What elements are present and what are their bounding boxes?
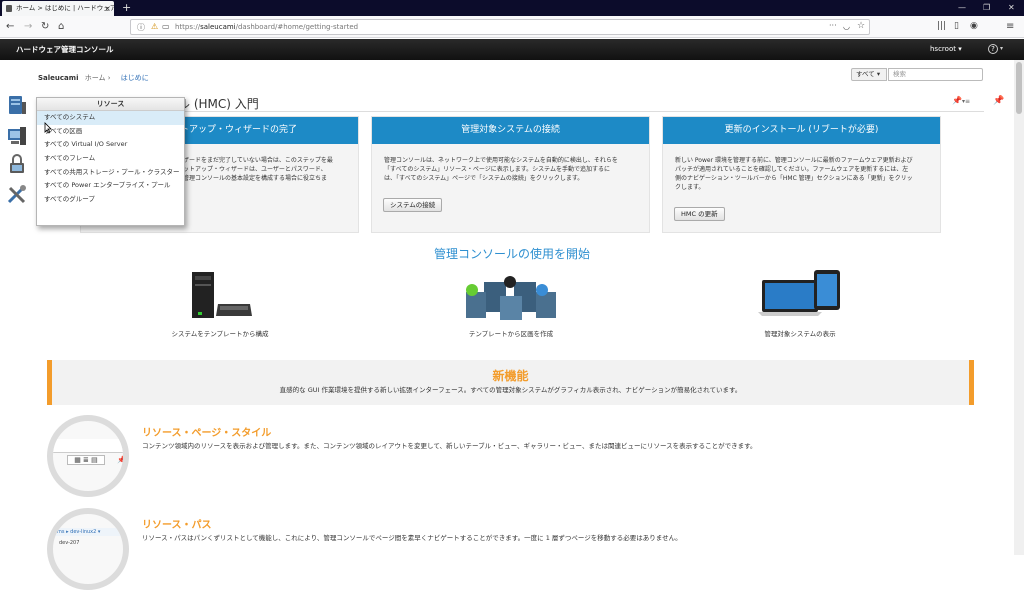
menu-item-all-power-pools[interactable]: すべての Power エンタープライズ・プール [37,179,184,193]
card-title: 管理対象システムの接続 [372,117,649,144]
resources-nav-icon[interactable] [6,94,28,116]
back-arrow-icon[interactable]: ← [6,20,14,33]
feature-view-managed-systems[interactable]: 管理対象システムの表示 [730,328,870,338]
connect-systems-card: 管理対象システムの接続 管理コンソールは、ネットワーク上で使用可能なシステムを自… [371,116,650,233]
thumb-label: dev-207 [59,540,80,546]
getting-started-heading: 管理コンソールの使用を開始 [433,247,590,261]
resources-menu-title: リソース [37,98,184,111]
section-description: リソース・パスはパンくずリストとして機能し、これにより、管理コンソールでページ間… [142,534,682,542]
mouse-cursor-icon [44,122,52,134]
pin-icon: 📌 [117,456,126,464]
section-description: コンテンツ領域内のリソースを表示および管理します。また、コンテンツ領域のレイアウ… [142,442,757,450]
hmc-management-nav-icon[interactable] [6,125,28,147]
section-title: リソース・ページ・スタイル [142,428,272,439]
side-pin-icon[interactable]: 📌 [993,96,1004,106]
minimize-window-icon[interactable]: — [958,0,966,15]
menu-item-all-groups[interactable]: すべてのグループ [37,193,184,207]
scrollbar-thumb[interactable] [1016,62,1022,114]
resource-path-thumbnail: ms ▸ dev-linux2 ▾ dev-207 [47,508,129,590]
permissions-icon[interactable]: ▭ [162,22,170,31]
service-management-nav-icon[interactable] [6,183,28,205]
view-toggle-icon: ▦ ≣ ▤ [67,455,105,465]
menu-item-all-vios[interactable]: すべての Virtual I/O Server [37,138,184,152]
page-title: ル (HMC) 入門 [178,97,259,111]
menu-item-all-ssp-clusters[interactable]: すべての共用ストレージ・プール・クラスター [37,166,184,180]
users-security-nav-icon[interactable] [6,153,28,175]
section-title: リソース・パス [142,520,212,531]
feature-create-partition[interactable]: テンプレートから区画を作成 [441,328,581,338]
browser-tab[interactable]: ホーム > はじめに | ハードウェア管理コン × [2,1,114,16]
partitions-icon[interactable] [462,272,560,322]
devices-icon[interactable] [758,266,842,322]
feature-configure-from-template[interactable]: システムをテンプレートから構成 [150,328,290,338]
whats-new-banner: 新機能 直感的な GUI 作業環境を提供する新しい拡張インターフェース。すべての… [47,360,974,405]
app-header: ハードウェア管理コンソール hscroot ▾ ? ▾ [0,39,1024,60]
resource-page-style-thumbnail: ▦ ≣ ▤ 📌 [47,415,129,497]
breadcrumb-home[interactable]: ホーム › [85,74,111,82]
search-scope-select[interactable]: すべて ▾ [851,68,887,81]
lock-warning-icon[interactable]: ⚠ [151,22,158,31]
sidebar-toggle-icon[interactable]: ▯ [954,20,959,33]
reload-icon[interactable]: ↻ [41,20,49,33]
card-body: 管理コンソールは、ネットワーク上で使用可能なシステムを自動的に検出し、それらを … [384,157,618,182]
server-icon [9,96,26,114]
browser-nav-bar: ← → ↻ ⌂ ⓘ ⚠ ▭ https://saleucami/dashboar… [0,16,1024,38]
maximize-window-icon[interactable]: ❐ [983,0,990,15]
browser-menu-icon[interactable]: ≡ [1006,20,1014,33]
thumb-label: dev-linux2 [70,529,97,535]
new-tab-icon[interactable]: + [122,0,131,15]
pocket-icon[interactable]: ◡ [843,22,850,31]
options-icon[interactable]: ▾≡ [962,98,970,105]
search-input[interactable]: 検索 [888,68,983,81]
help-dropdown-icon[interactable]: ▾ [1000,45,1003,52]
account-icon[interactable]: ◉ [970,20,978,33]
address-bar[interactable]: ⓘ ⚠ ▭ https://saleucami/dashboard/#home/… [130,19,870,35]
page-favicon-icon [6,5,12,12]
page-actions-icon[interactable]: ··· [829,21,837,30]
page-scrollbar[interactable] [1014,60,1024,555]
menu-item-all-partitions[interactable]: すべての区画 [37,125,184,139]
whats-new-title: 新機能 [492,369,529,383]
info-icon[interactable]: ⓘ [137,22,145,33]
close-window-icon[interactable]: ✕ [1008,0,1015,15]
help-icon[interactable]: ? [988,44,998,54]
connect-systems-button[interactable]: システムの接続 [383,198,443,212]
home-icon[interactable]: ⌂ [58,20,64,33]
resources-menu: リソース すべてのシステム すべての区画 すべての Virtual I/O Se… [36,97,185,226]
library-icon[interactable]: ||| [937,20,946,33]
menu-item-all-frames[interactable]: すべてのフレーム [37,152,184,166]
card-title: 更新のインストール (リブートが必要) [663,117,940,144]
user-menu[interactable]: hscroot ▾ [930,39,962,60]
forward-arrow-icon[interactable]: → [24,20,32,33]
url-text: https://saleucami/dashboard/#home/gettin… [175,23,359,31]
breadcrumb-current: はじめに [120,74,149,82]
card-body: 新しい Power 環境を管理する前に、管理コンソールに最新のファームウェア更新… [675,157,913,191]
install-updates-card: 更新のインストール (リブートが必要) 新しい Power 環境を管理する前に、… [662,116,941,233]
close-tab-icon[interactable]: × [104,1,111,16]
breadcrumb-system[interactable]: Saleucami [38,74,78,82]
tools-icon [7,185,26,204]
update-hmc-button[interactable]: HMC の更新 [674,207,725,221]
pin-icon[interactable]: 📌▾≡ [952,96,970,105]
monitor-server-icon [8,127,26,145]
breadcrumb: Saleucami ホーム › はじめに [38,73,149,83]
browser-tab-title: ホーム > はじめに | ハードウェア管理コン [16,4,114,12]
server-tower-icon[interactable] [186,270,254,322]
menu-item-all-systems[interactable]: すべてのシステム [37,111,184,125]
bookmark-star-icon[interactable]: ☆ [857,21,865,31]
app-title: ハードウェア管理コンソール [16,45,114,54]
user-name: hscroot [930,45,956,53]
browser-tab-bar: ホーム > はじめに | ハードウェア管理コン × + — ❐ ✕ [0,0,1024,16]
whats-new-description: 直感的な GUI 作業環境を提供する新しい拡張インターフェース。すべての管理対象… [279,386,742,394]
lock-icon [10,154,24,173]
